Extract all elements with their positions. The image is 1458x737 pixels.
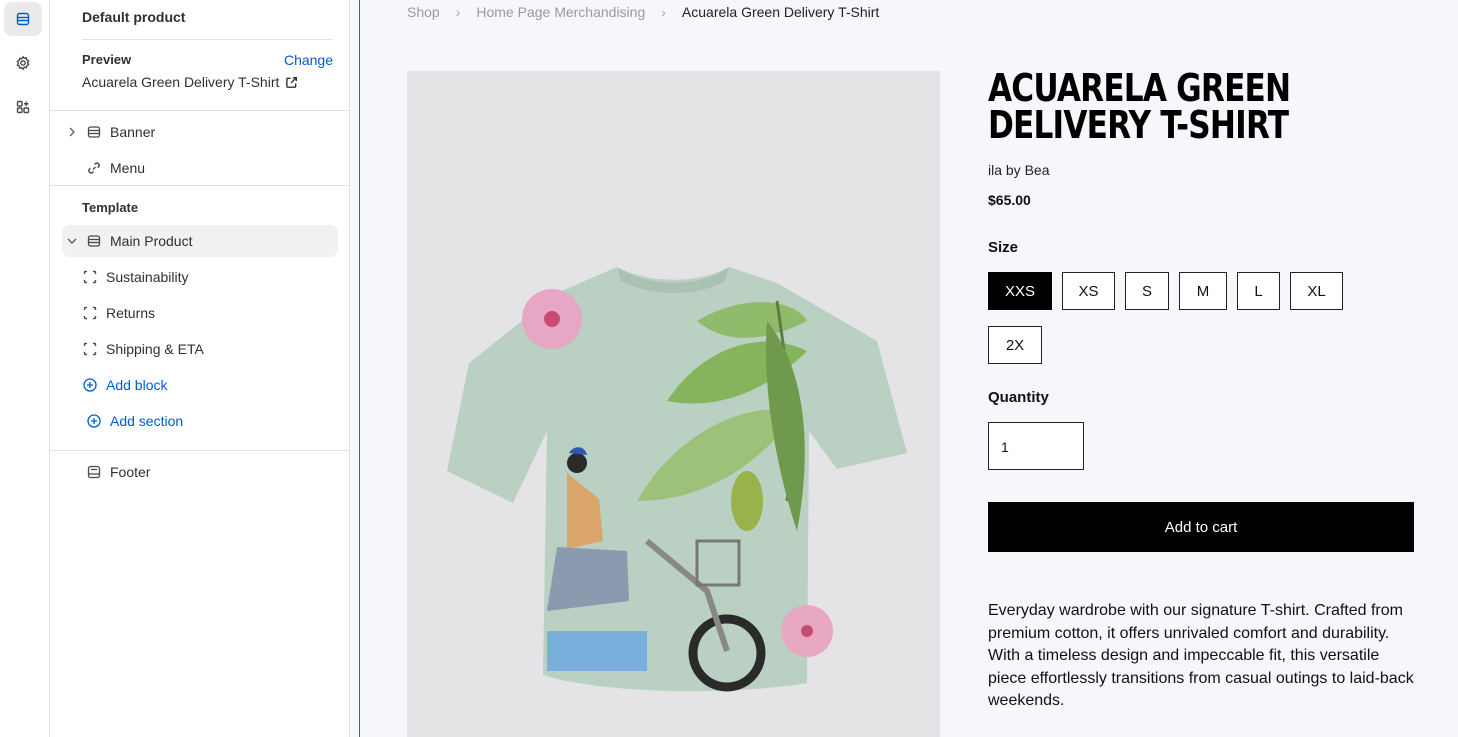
add-block-button[interactable]: Add block — [78, 369, 338, 401]
size-option-xs[interactable]: XS — [1062, 272, 1115, 310]
divider — [50, 110, 350, 111]
product-vendor: ila by Bea — [988, 162, 1050, 178]
size-option-xxs[interactable]: XXS — [988, 272, 1052, 310]
quantity-label: Quantity — [988, 389, 1049, 406]
product-description: Everyday wardrobe with our signature T-s… — [988, 602, 1414, 709]
block-icon — [78, 306, 102, 320]
breadcrumb-current: Acuarela Green Delivery T-Shirt — [681, 4, 880, 20]
size-option-s[interactable]: S — [1125, 272, 1169, 310]
editor-sidebar: Default product Preview Change Acuarela … — [50, 0, 350, 737]
divider — [82, 39, 333, 40]
block-icon — [78, 342, 102, 356]
size-option-m[interactable]: M — [1179, 272, 1227, 310]
block-sustainability[interactable]: Sustainability — [78, 261, 338, 293]
block-label: Sustainability — [106, 269, 189, 285]
product-info: Acuarela Green Delivery T-Shirt ila by B… — [988, 66, 1418, 709]
preview-label: Preview — [82, 52, 132, 67]
section-footer[interactable]: Footer — [62, 456, 338, 488]
tshirt-illustration — [447, 267, 907, 692]
add-section-button[interactable]: Add section — [62, 405, 338, 437]
chevron-down-icon[interactable] — [62, 234, 82, 248]
breadcrumb-separator: › — [455, 4, 461, 20]
divider — [50, 185, 350, 186]
preview-value[interactable]: Acuarela Green Delivery T-Shirt — [82, 74, 298, 90]
size-label: Size — [988, 239, 1019, 256]
section-label: Main Product — [110, 233, 193, 249]
section-main-product[interactable]: Main Product — [62, 225, 338, 257]
section-label: Menu — [110, 160, 146, 176]
link-icon — [82, 161, 106, 175]
app-rail — [0, 0, 50, 737]
section-icon — [82, 125, 106, 139]
storefront-page: Shop › Home Page Merchandising › Acuarel… — [360, 0, 1458, 737]
chevron-right-icon[interactable] — [62, 125, 82, 139]
section-banner[interactable]: Banner — [62, 116, 338, 148]
size-option-2x[interactable]: 2X — [988, 326, 1042, 364]
plus-circle-icon — [82, 414, 106, 428]
size-option-l[interactable]: L — [1237, 272, 1280, 310]
section-menu[interactable]: Menu — [62, 152, 338, 184]
template-label: Template — [82, 200, 139, 215]
product-price: $65.00 — [988, 192, 1031, 208]
section-label: Footer — [110, 464, 151, 480]
block-label: Returns — [106, 305, 156, 321]
footer-icon — [82, 465, 106, 479]
breadcrumb-separator: › — [661, 4, 666, 20]
add-block-label: Add block — [106, 377, 168, 393]
sidebar-title: Default product — [82, 9, 186, 25]
breadcrumb-collection[interactable]: Home Page Merchandising — [476, 4, 645, 20]
block-returns[interactable]: Returns — [78, 297, 338, 329]
size-option-xl[interactable]: XL — [1290, 272, 1343, 310]
sections-icon[interactable] — [4, 2, 42, 36]
section-icon — [82, 234, 106, 248]
preview-value-text: Acuarela Green Delivery T-Shirt — [82, 74, 280, 90]
divider — [50, 450, 350, 451]
breadcrumb-shop[interactable]: Shop — [407, 4, 440, 20]
external-link-icon[interactable] — [285, 76, 298, 89]
breadcrumb: Shop › Home Page Merchandising › Acuarel… — [407, 4, 879, 20]
change-link[interactable]: Change — [284, 52, 333, 68]
section-label: Banner — [110, 124, 156, 140]
apps-icon[interactable] — [4, 90, 42, 124]
plus-circle-icon — [78, 378, 102, 392]
add-section-label: Add section — [110, 413, 184, 429]
block-label: Shipping & ETA — [106, 341, 204, 357]
product-image[interactable] — [407, 71, 940, 737]
add-to-cart-button[interactable]: Add to cart — [988, 502, 1414, 552]
settings-icon[interactable] — [4, 46, 42, 80]
product-title: Acuarela Green Delivery T-Shirt — [988, 66, 1291, 147]
block-shipping[interactable]: Shipping & ETA — [78, 333, 338, 365]
quantity-input[interactable]: 1 — [988, 422, 1084, 470]
block-icon — [78, 270, 102, 284]
